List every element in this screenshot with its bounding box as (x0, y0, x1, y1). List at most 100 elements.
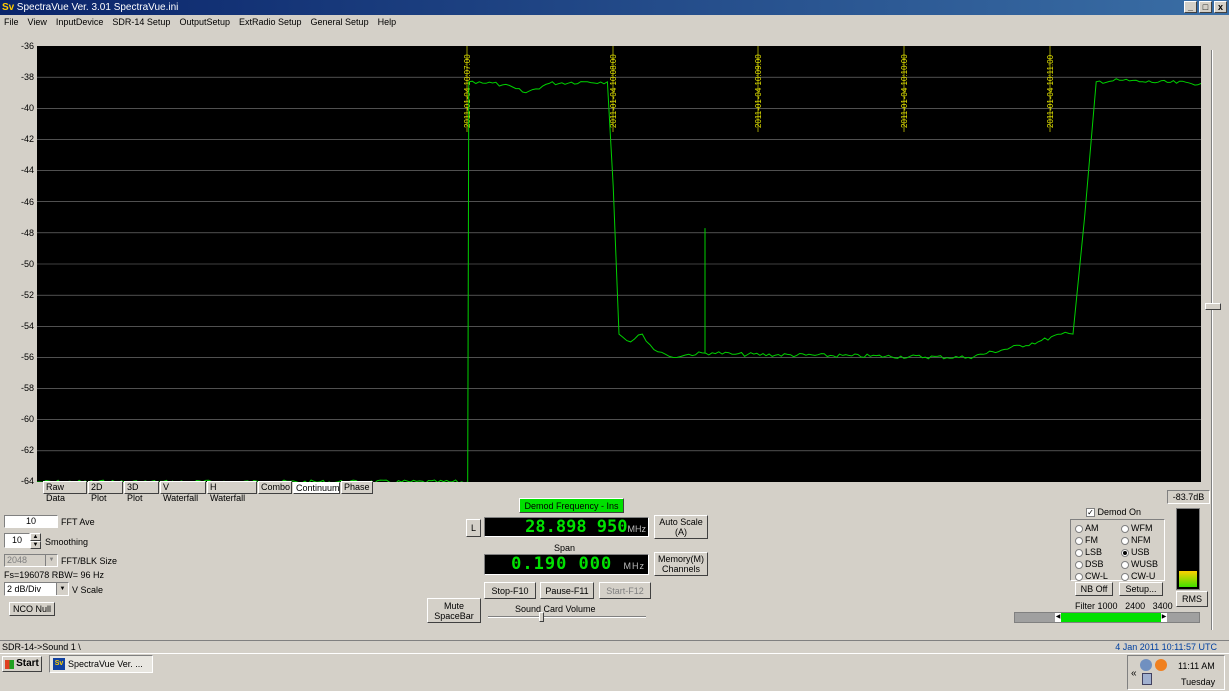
fft-blk-value: 2048 (7, 555, 28, 565)
vscale-select[interactable]: 2 dB/Div ▼ (4, 582, 69, 596)
time-mark-label: 2011-01-04 10:09:00 (754, 54, 763, 128)
mute-button[interactable]: Mute SpaceBar (427, 598, 481, 623)
tab-3d-plot[interactable]: 3D Plot (124, 481, 159, 503)
demod-frequency-button[interactable]: Demod Frequency - Ins (519, 498, 624, 513)
app-logo-icon: Sv (2, 2, 15, 13)
span-label: Span (554, 543, 576, 553)
memory-channels-button[interactable]: Memory(M) Channels (654, 552, 708, 576)
radio-icon (1075, 536, 1083, 545)
radio-icon (1075, 548, 1083, 557)
tab-h-waterfall[interactable]: H Waterfall (207, 481, 257, 503)
spectrum-plot[interactable]: 2011-01-04 10:07:00 2011-01-04 10:08:00 20… (37, 46, 1201, 482)
mode-wusb[interactable]: WUSB (1121, 559, 1165, 570)
smoothing-down-icon[interactable]: ▼ (30, 541, 41, 549)
setup-button[interactable]: Setup... (1119, 582, 1163, 596)
time-mark-label: 2011-01-04 10:10:00 (900, 54, 909, 128)
signal-meter-fill (1179, 571, 1197, 587)
menu-item-view[interactable]: View (28, 15, 47, 29)
close-button[interactable]: x (1214, 1, 1227, 13)
plot-slider-handle[interactable] (1205, 303, 1221, 310)
network-icon[interactable] (1140, 659, 1152, 671)
filter-passband[interactable] (1061, 613, 1161, 622)
radio-icon (1121, 548, 1129, 557)
computer-icon[interactable] (1142, 673, 1152, 685)
start-menu-button[interactable]: Start (2, 656, 42, 672)
mode-dsb[interactable]: DSB (1075, 559, 1121, 570)
mode-am[interactable]: AM (1075, 523, 1121, 534)
filter-right-handle-icon[interactable]: ▶ (1161, 613, 1167, 622)
menu-item-sdr-14-setup[interactable]: SDR-14 Setup (112, 15, 170, 29)
y-tick-label: -60 (20, 414, 34, 425)
filter-1000[interactable]: 1000 (1098, 601, 1118, 611)
restore-button[interactable]: □ (1199, 1, 1212, 13)
smoothing-input[interactable]: 10 (4, 533, 30, 548)
filter-3400[interactable]: 3400 (1153, 601, 1173, 611)
menu-item-outputsetup[interactable]: OutputSetup (179, 15, 230, 29)
mode-wfm[interactable]: WFM (1121, 523, 1165, 534)
sound-card-volume-label: Sound Card Volume (515, 604, 596, 614)
menu-item-help[interactable]: Help (378, 15, 397, 29)
update-icon[interactable] (1155, 659, 1167, 671)
mode-label: WFM (1131, 523, 1153, 533)
tab-continuum[interactable]: Continuum (293, 482, 340, 494)
rms-button[interactable]: RMS (1176, 591, 1208, 607)
time-mark-label: 2011-01-04 10:07:00 (463, 54, 472, 128)
filter-left-handle-icon[interactable]: ◀ (1055, 613, 1061, 622)
fft-ave-label: FFT Ave (61, 517, 95, 527)
mode-lsb[interactable]: LSB (1075, 547, 1121, 558)
nb-off-button[interactable]: NB Off (1075, 582, 1113, 596)
tray-time[interactable]: 11:11 AM (1178, 661, 1215, 671)
y-tick-label: -44 (20, 165, 34, 176)
tab-phase[interactable]: Phase (341, 481, 373, 494)
volume-slider-handle[interactable] (539, 612, 544, 622)
y-tick-label: -42 (20, 134, 34, 145)
span-unit: MHz (623, 561, 645, 571)
taskbar-item-spectravue[interactable]: Sv SpectraVue Ver. ... (49, 655, 153, 673)
nco-null-button[interactable]: NCO Null (9, 602, 55, 616)
tab-2d-plot[interactable]: 2D Plot (88, 481, 123, 503)
start-button[interactable]: Start-F12 (599, 582, 651, 599)
fft-blk-label: FFT/BLK Size (61, 556, 118, 566)
l-button[interactable]: L (466, 519, 481, 537)
fs-info: Fs=196078 RBW= 96 Hz (4, 570, 105, 580)
tab-combo[interactable]: Combo (258, 481, 292, 494)
checkmark-icon: ✓ (1086, 508, 1095, 518)
vscale-value: 2 dB/Div (7, 584, 42, 594)
y-tick-label: -46 (20, 196, 34, 207)
mode-cw-u[interactable]: CW-U (1121, 571, 1165, 582)
mode-fm[interactable]: FM (1075, 535, 1121, 546)
menu-item-inputdevice[interactable]: InputDevice (56, 15, 104, 29)
time-mark-label: 2011-01-04 10:08:00 (609, 54, 618, 128)
taskbar: Start Sv SpectraVue Ver. ... « 11:11 AM … (0, 653, 1229, 691)
radio-icon (1075, 524, 1083, 533)
tab-v-waterfall[interactable]: V Waterfall (160, 481, 206, 503)
mode-label: AM (1085, 523, 1099, 533)
fft-blk-select[interactable]: 2048 ▼ (4, 554, 58, 567)
auto-scale-button[interactable]: Auto Scale (A) (654, 515, 708, 539)
menu-item-extradio-setup[interactable]: ExtRadio Setup (239, 15, 302, 29)
demod-on-label: Demod On (1097, 507, 1142, 517)
mode-nfm[interactable]: NFM (1121, 535, 1165, 546)
plot-slider-track[interactable] (1211, 50, 1213, 630)
span-display[interactable]: 0.190 000 MHz (484, 554, 649, 575)
radio-icon (1121, 560, 1129, 569)
mode-cw-l[interactable]: CW-L (1075, 571, 1121, 582)
radio-icon (1075, 572, 1083, 581)
fft-ave-input[interactable]: 10 (4, 515, 58, 528)
tab-raw-data[interactable]: Raw Data (43, 481, 87, 503)
signal-meter (1176, 508, 1200, 590)
pause-button[interactable]: Pause-F11 (540, 582, 594, 599)
demod-on-checkbox[interactable]: ✓ Demod On (1086, 507, 1142, 518)
frequency-display[interactable]: 28.898 950MHz (484, 517, 649, 537)
span-value: 0.190 000 (511, 554, 613, 574)
filter-2400[interactable]: 2400 (1125, 601, 1145, 611)
tray-expand-icon[interactable]: « (1131, 668, 1137, 679)
minimize-button[interactable]: _ (1184, 1, 1197, 13)
menu-item-general-setup[interactable]: General Setup (311, 15, 369, 29)
system-tray: « 11:11 AM Tuesday (1127, 655, 1225, 690)
mode-usb[interactable]: USB (1121, 547, 1165, 558)
stop-button[interactable]: Stop-F10 (484, 582, 536, 599)
volume-slider-track[interactable] (488, 616, 646, 618)
menu-item-file[interactable]: File (4, 15, 19, 29)
filter-bar[interactable]: ◀ ▶ (1014, 612, 1200, 623)
